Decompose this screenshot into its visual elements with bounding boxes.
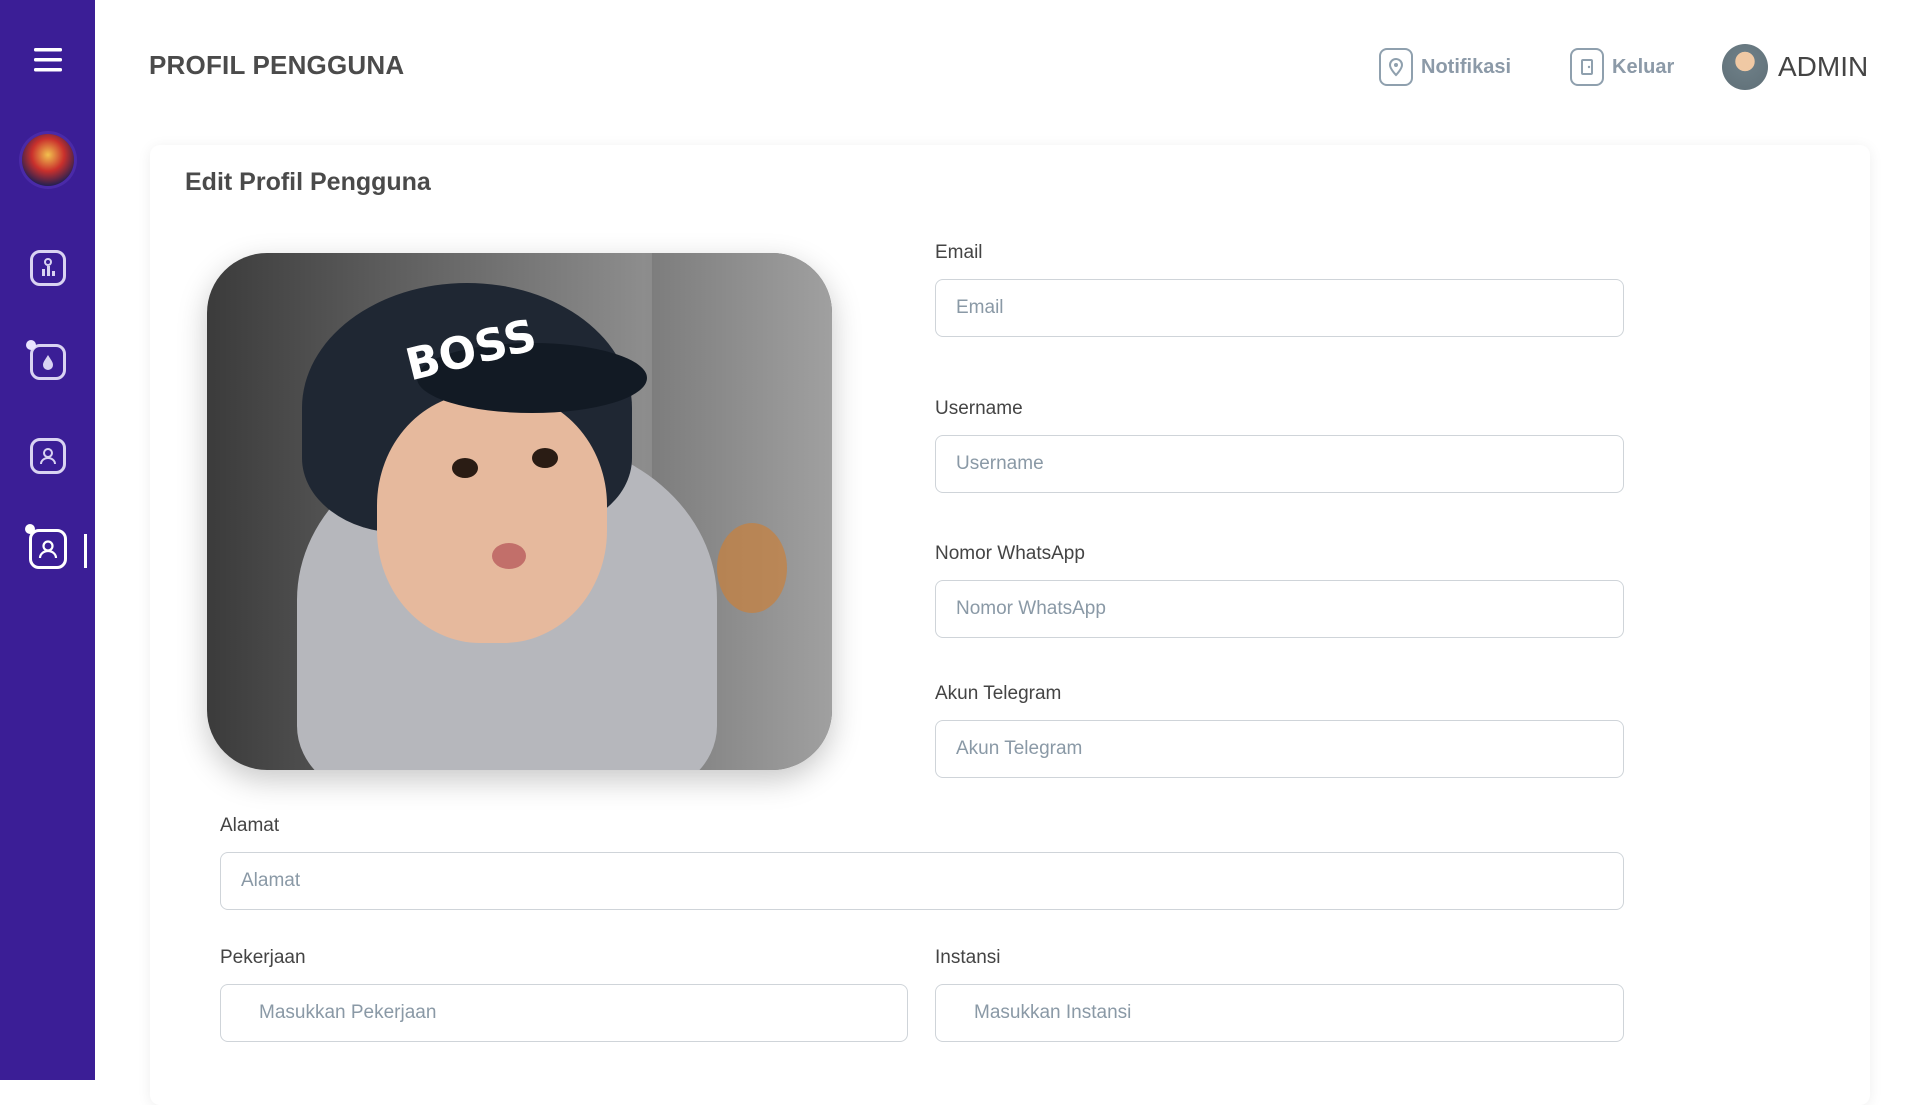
- notification-dot: [26, 340, 36, 350]
- location-pin-icon: [1379, 48, 1413, 86]
- card-title: Edit Profil Pengguna: [185, 168, 431, 196]
- logout-button[interactable]: Keluar: [1570, 48, 1674, 86]
- sidebar-item-users[interactable]: [0, 436, 95, 476]
- logo: [22, 134, 74, 186]
- sidebar-item-dashboard[interactable]: [0, 248, 95, 288]
- email-label: Email: [935, 242, 983, 263]
- menu-icon[interactable]: [0, 40, 95, 80]
- user-profile-icon: [28, 529, 67, 569]
- user-icon: [29, 438, 66, 474]
- job-label: Pekerjaan: [220, 947, 306, 968]
- telegram-label: Akun Telegram: [935, 683, 1062, 704]
- photo-eye-right: [532, 448, 558, 468]
- username-field[interactable]: [935, 435, 1624, 493]
- water-drop-icon: [29, 344, 66, 380]
- whatsapp-field[interactable]: [935, 580, 1624, 638]
- profile-photo[interactable]: BOSS: [207, 253, 832, 770]
- username-label: Username: [935, 398, 1023, 419]
- active-dot: [25, 524, 35, 534]
- photo-eye-left: [452, 458, 478, 478]
- institution-label: Instansi: [935, 947, 1001, 968]
- whatsapp-label: Nomor WhatsApp: [935, 543, 1085, 564]
- sidebar: [0, 0, 95, 1080]
- user-menu[interactable]: ADMIN: [1722, 44, 1868, 90]
- notifications-button[interactable]: Notifikasi: [1379, 48, 1511, 86]
- job-field[interactable]: [220, 984, 908, 1042]
- telegram-field[interactable]: [935, 720, 1624, 778]
- photo-bokeh: [717, 523, 787, 613]
- logout-label: Keluar: [1612, 55, 1675, 78]
- active-indicator: [84, 534, 87, 568]
- sidebar-item-profile[interactable]: [0, 528, 95, 570]
- address-field[interactable]: [220, 852, 1624, 910]
- notifications-label: Notifikasi: [1421, 55, 1512, 78]
- address-label: Alamat: [220, 815, 280, 836]
- dashboard-icon: [29, 250, 66, 286]
- door-icon: [1570, 48, 1604, 86]
- photo-mouth: [492, 543, 526, 569]
- avatar: [1722, 44, 1768, 90]
- sidebar-item-water[interactable]: [0, 342, 95, 382]
- institution-field[interactable]: [935, 984, 1624, 1042]
- page-title: PROFIL PENGGUNA: [149, 50, 405, 80]
- email-field[interactable]: [935, 279, 1624, 337]
- user-label: ADMIN: [1778, 51, 1869, 82]
- photo-face: [377, 393, 607, 643]
